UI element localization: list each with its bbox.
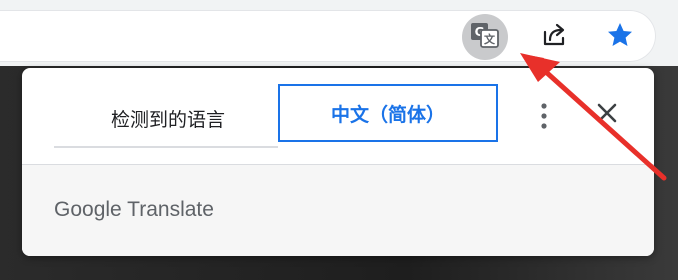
google-translate-branding: Google Translate bbox=[54, 198, 214, 221]
more-vert-icon bbox=[540, 102, 548, 134]
share-button[interactable] bbox=[532, 14, 578, 60]
svg-text:文: 文 bbox=[484, 32, 496, 46]
tab-detected-language-label: 检测到的语言 bbox=[110, 108, 225, 131]
browser-toolbar: G 文 bbox=[0, 0, 678, 66]
translate-page-button[interactable]: G 文 bbox=[462, 14, 508, 60]
close-icon bbox=[596, 102, 618, 128]
translate-page-icon: G 文 bbox=[470, 21, 500, 53]
tab-detected-language[interactable]: 检测到的语言 bbox=[58, 82, 278, 154]
tab-underline bbox=[54, 146, 278, 148]
bookmark-button[interactable] bbox=[597, 14, 643, 60]
tab-chinese-simplified-label: 中文（简体） bbox=[330, 103, 445, 126]
more-options-button[interactable] bbox=[530, 100, 558, 136]
translate-popup: 检测到的语言 中文（简体） Google Translate bbox=[22, 68, 654, 256]
close-button[interactable] bbox=[590, 98, 624, 132]
tab-chinese-simplified[interactable]: 中文（简体） bbox=[278, 84, 498, 142]
share-icon bbox=[540, 20, 570, 54]
star-icon bbox=[605, 20, 635, 54]
